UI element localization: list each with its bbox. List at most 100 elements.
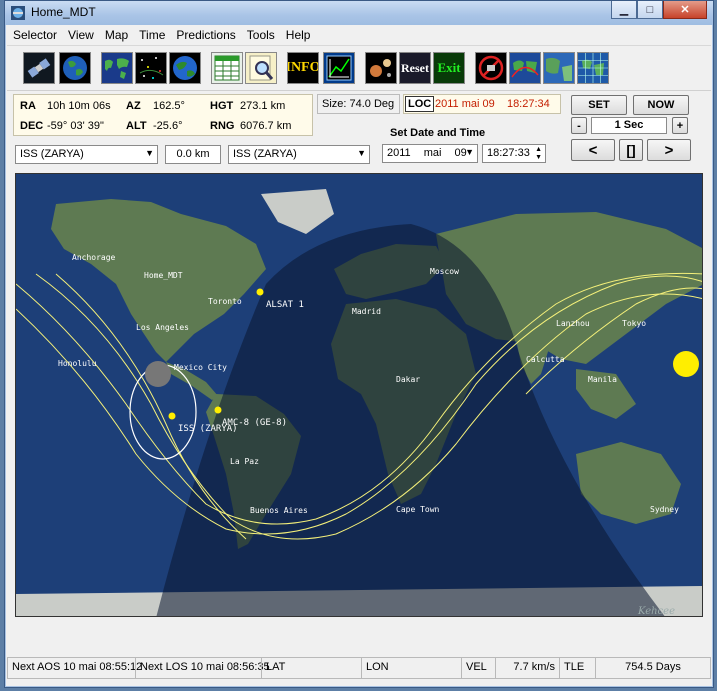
alt-value: -25.6° [153, 120, 183, 132]
set-date-time-label: Set Date and Time [390, 127, 486, 139]
app-icon [11, 6, 25, 20]
no-satellite-button[interactable] [475, 52, 507, 84]
step-increase-button[interactable]: + [672, 117, 688, 134]
tle-label: TLE [559, 657, 595, 679]
set-button[interactable]: SET [571, 95, 627, 115]
step-field[interactable]: 1 Sec [591, 117, 667, 134]
lat-label: LAT [266, 661, 286, 673]
world-map-button[interactable] [101, 52, 133, 84]
magnifier-button[interactable] [245, 52, 277, 84]
app-window: Home_MDT ▁ □ ✕ Selector View Map Time Pr… [4, 0, 714, 688]
globe-2-icon [170, 53, 200, 83]
ground-track-button[interactable] [509, 52, 541, 84]
chevron-down-icon: ▼ [465, 147, 474, 157]
city-moscow: Moscow [430, 267, 459, 276]
distance-field: 0.0 km [165, 145, 221, 164]
loc-panel: LOC 2011 mai 09 18:27:34 [403, 94, 561, 114]
globe-2-button[interactable] [169, 52, 201, 84]
city-home-mdt: Home_MDT [144, 271, 183, 280]
loc-label[interactable]: LOC [405, 96, 435, 112]
city-lanzhou: Lanzhou [556, 319, 590, 328]
size-value: Size: 74.0 Deg [322, 98, 395, 110]
satellite-label-alsat-1: ALSAT 1 [266, 300, 304, 310]
sun-icon[interactable] [673, 351, 699, 377]
exit-button[interactable]: Exit [433, 52, 465, 84]
primary-satellite-value: ISS (ZARYA) [20, 148, 84, 160]
city-los-angeles: Los Angeles [136, 323, 189, 332]
info-button[interactable]: INFO [287, 52, 319, 84]
status-bar: Next AOS 10 mai 08:55:12 Next LOS 10 mai… [7, 657, 711, 679]
city-mexico-city: Mexico City [174, 363, 227, 372]
toolbar: INFO Reset Exit [7, 45, 711, 91]
lat-field: LAT [261, 657, 361, 679]
earth-view-button[interactable] [543, 52, 575, 84]
position-panel: RA 10h 10m 06s AZ 162.5° HGT 273.1 km DE… [13, 94, 313, 136]
satellite-icon [24, 53, 54, 83]
spreadsheet-button[interactable] [211, 52, 243, 84]
star-map-button[interactable] [135, 52, 167, 84]
date-picker[interactable]: 2011 mai 09 ▼ [382, 144, 478, 163]
pause-button[interactable]: [] [619, 139, 643, 161]
minimize-icon: ▁ [619, 4, 629, 16]
time-value: 18:27:33 [487, 147, 530, 159]
minimize-button[interactable]: ▁ [611, 1, 637, 19]
menu-help[interactable]: Help [280, 26, 316, 44]
lon-field: LON [361, 657, 461, 679]
primary-satellite-select[interactable]: ISS (ZARYA) ▼ [15, 145, 158, 164]
planets-icon [366, 53, 396, 83]
window-title: Home_MDT [31, 5, 96, 19]
city-buenos-aires: Buenos Aires [250, 506, 308, 515]
menu-predictions[interactable]: Predictions [170, 26, 240, 44]
tle-value: 754.5 Days [595, 657, 711, 679]
close-icon: ✕ [680, 4, 690, 16]
grid-map-button[interactable] [577, 52, 609, 84]
menu-tools[interactable]: Tools [241, 26, 280, 44]
spreadsheet-icon [214, 55, 240, 81]
exit-icon: Exit [437, 60, 461, 75]
ra-value: 10h 10m 06s [47, 100, 111, 112]
now-button[interactable]: NOW [633, 95, 689, 115]
city-sydney: Sydney [650, 505, 679, 514]
city-cape-town: Cape Town [396, 505, 440, 514]
secondary-satellite-select[interactable]: ISS (ZARYA) ▼ [228, 145, 370, 164]
hgt-value: 273.1 km [240, 100, 286, 112]
grid-map-icon [578, 53, 608, 83]
time-spinner[interactable]: 18:27:33 ▲ ▼ [482, 144, 546, 163]
satellite-marker-amc-8[interactable] [214, 406, 222, 414]
chevron-down-icon: ▼ [145, 148, 154, 158]
size-panel: Size: 74.0 Deg [317, 94, 400, 114]
maximize-button[interactable]: □ [637, 1, 663, 19]
observer-shadow-marker [145, 361, 171, 387]
orbit-plot-button[interactable] [323, 52, 355, 84]
map-watermark: Kehcee [637, 606, 675, 617]
satellite-marker-alsat-1[interactable] [256, 288, 264, 296]
alt-label: ALT [126, 120, 147, 132]
city-dakar: Dakar [396, 375, 420, 384]
menu-selector[interactable]: Selector [7, 26, 62, 44]
globe-button[interactable] [59, 52, 91, 84]
planets-button[interactable] [365, 52, 397, 84]
rng-label: RNG [210, 120, 235, 132]
secondary-satellite-value: ISS (ZARYA) [233, 148, 297, 160]
satellite-button[interactable] [23, 52, 55, 84]
step-back-button[interactable]: < [571, 139, 615, 161]
world-map[interactable]: ALSAT 1 ISS (ZARYA) AMC-8 (GE-8) Anchora… [15, 173, 703, 617]
city-honolulu: Honolulu [58, 359, 97, 368]
step-decrease-button[interactable]: - [571, 117, 587, 134]
city-tokyo: Tokyo [622, 319, 646, 328]
chevron-down-icon: ▼ [357, 148, 366, 158]
info-icon: INFO [287, 60, 319, 75]
title-bar[interactable]: Home_MDT ▁ □ ✕ [5, 1, 713, 25]
satellite-marker-iss[interactable] [168, 412, 176, 420]
earth-view-icon [544, 53, 574, 83]
menu-time[interactable]: Time [133, 26, 170, 44]
lon-label: LON [366, 661, 389, 673]
menu-map[interactable]: Map [99, 26, 133, 44]
date-year: 2011 [387, 147, 411, 159]
step-forward-button[interactable]: > [647, 139, 691, 161]
menu-view[interactable]: View [62, 26, 99, 44]
star-map-icon [136, 53, 166, 83]
close-button[interactable]: ✕ [663, 1, 707, 19]
city-toronto: Toronto [208, 297, 242, 306]
reset-button[interactable]: Reset [399, 52, 431, 84]
